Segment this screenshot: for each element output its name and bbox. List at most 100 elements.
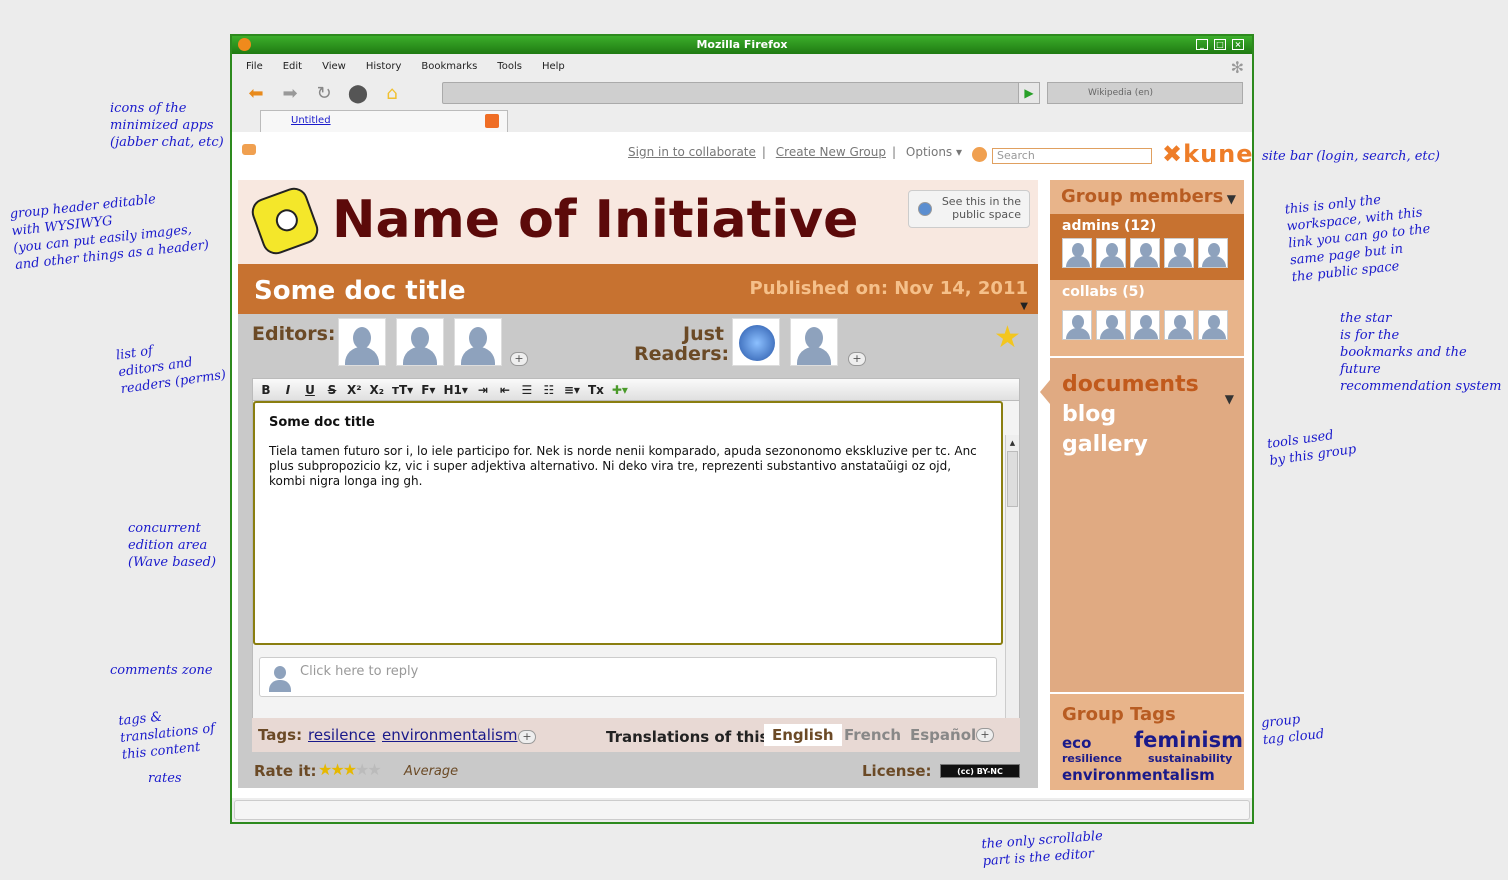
members-panel: Group members ▼ admins (12) collabs (5) [1050,180,1244,358]
menu-tools[interactable]: Tools [497,61,522,72]
cloud-tag[interactable]: feminism [1134,728,1243,752]
options-menu[interactable]: Options ▾ [906,145,962,159]
url-bar[interactable] [442,82,1022,104]
cloud-tag[interactable]: environmentalism [1062,766,1215,784]
collab-avatar[interactable] [1130,310,1160,340]
chevron-down-icon[interactable]: ▼ [1225,392,1234,406]
chat-icon[interactable] [242,144,256,155]
license-badge[interactable]: (cc) BY-NC [940,764,1020,778]
scroll-up-icon[interactable]: ▲ [1007,437,1018,449]
reader-globe-avatar[interactable] [732,318,780,366]
cloud-tag[interactable]: eco [1062,734,1091,752]
collab-avatar[interactable] [1096,310,1126,340]
add-reader-button[interactable]: + [848,352,866,366]
subscript-button[interactable]: X₂ [370,383,385,397]
menu-view[interactable]: View [322,61,346,72]
maximize-icon[interactable]: □ [1214,39,1226,50]
editor-avatar[interactable] [454,318,502,366]
site-search-input[interactable]: Search [992,148,1152,164]
menu-file[interactable]: File [246,61,263,72]
gadget-button[interactable]: ✚▾ [612,383,628,397]
lang-spanish[interactable]: Español [902,724,984,746]
admin-avatar[interactable] [1198,238,1228,268]
align-button[interactable]: ≡▾ [564,383,580,397]
site-bar: Sign in to collaborate | Create New Group… [232,132,1253,168]
menu-edit[interactable]: Edit [283,61,302,72]
minimize-icon[interactable]: _ [1196,39,1208,50]
public-space-button[interactable]: See this in the public space [908,190,1030,228]
admin-avatar[interactable] [1096,238,1126,268]
readers-label: Just Readers: [634,323,730,365]
admin-avatar[interactable] [1062,238,1092,268]
tag-link[interactable]: environmentalism [382,726,517,744]
chevron-down-icon[interactable]: ▼ [1020,301,1028,312]
numbered-list-button[interactable]: ☷ [542,383,556,397]
title-bar: Mozilla Firefox _ □ × [232,36,1252,54]
public-space-label: See this in the public space [941,195,1021,221]
browser-window: Mozilla Firefox _ □ × File Edit View His… [230,34,1254,824]
search-icon [972,147,987,162]
editor-content[interactable]: Some doc title Tiela tamen futuro sor i,… [253,401,1003,645]
font-size-button[interactable]: тT▾ [392,383,413,397]
rating-stars[interactable]: ★★★★★ [318,760,382,779]
editor-avatar[interactable] [338,318,386,366]
bold-button[interactable]: B [259,383,273,397]
indent-button[interactable]: ⇥ [476,383,490,397]
web-search-input[interactable]: Wikipedia (en) [1047,82,1243,104]
collab-avatar[interactable] [1164,310,1194,340]
home-icon[interactable]: ⌂ [380,82,404,104]
collab-avatar[interactable] [1198,310,1228,340]
bookmark-star-icon[interactable]: ★ [994,320,1021,355]
browser-tab[interactable]: Untitled [260,110,508,132]
lang-french[interactable]: French [836,724,909,746]
font-family-button[interactable]: F▾ [421,383,435,397]
signin-link[interactable]: Sign in to collaborate [628,145,756,159]
nav-bar: ⬅ ➡ ↻ ⬤ ⌂ ▶ Wikipedia (en) [232,78,1252,108]
chevron-down-icon[interactable]: ▼ [1227,192,1236,206]
editors-label: Editors: [252,323,336,345]
heading-button[interactable]: H1▾ [443,383,467,397]
tab-close-icon[interactable] [485,114,499,128]
cloud-tag[interactable]: resilience [1062,752,1122,765]
menu-help[interactable]: Help [542,61,565,72]
reload-icon[interactable]: ↻ [312,82,336,104]
italic-button[interactable]: I [281,383,295,397]
lang-english[interactable]: English [764,724,842,746]
admin-avatar[interactable] [1130,238,1160,268]
firefox-icon [238,38,251,51]
new-group-link[interactable]: Create New Group [776,145,886,159]
strike-button[interactable]: S [325,383,339,397]
editor-avatar[interactable] [396,318,444,366]
tags-row: Tags: resilence environmentalism + Trans… [252,718,1020,752]
menu-history[interactable]: History [366,61,402,72]
tag-link[interactable]: resilence [308,726,375,744]
group-tags-title: Group Tags [1062,704,1176,725]
reader-avatar[interactable] [790,318,838,366]
clear-format-button[interactable]: Tx [588,383,604,397]
underline-button[interactable]: U [303,383,317,397]
back-icon[interactable]: ⬅ [244,82,268,104]
bullet-list-button[interactable]: ☰ [520,383,534,397]
superscript-button[interactable]: X² [347,383,362,397]
close-icon[interactable]: × [1232,39,1244,50]
editor-scrollbar[interactable]: ▲ ▼ [1005,435,1019,747]
add-translation-button[interactable]: + [976,728,994,742]
cloud-tag[interactable]: sustainability [1148,752,1232,765]
tool-documents[interactable]: documents [1062,372,1199,397]
menu-bookmarks[interactable]: Bookmarks [421,61,477,72]
tool-gallery[interactable]: gallery [1062,432,1148,457]
forward-icon[interactable]: ➡ [278,82,302,104]
stop-icon[interactable]: ⬤ [346,82,370,104]
outdent-button[interactable]: ⇤ [498,383,512,397]
admin-avatar[interactable] [1164,238,1194,268]
reply-placeholder: Click here to reply [300,664,419,679]
go-button[interactable]: ▶ [1018,82,1040,104]
tool-blog[interactable]: blog [1062,402,1116,427]
reply-box[interactable]: Click here to reply [259,657,997,697]
add-tag-button[interactable]: + [518,730,536,744]
scroll-thumb[interactable] [1007,451,1018,507]
annotation-tools: tools used by this group [1266,427,1358,469]
group-header: Name of Initiative See this in the publi… [238,180,1038,264]
add-editor-button[interactable]: + [510,352,528,366]
collab-avatar[interactable] [1062,310,1092,340]
